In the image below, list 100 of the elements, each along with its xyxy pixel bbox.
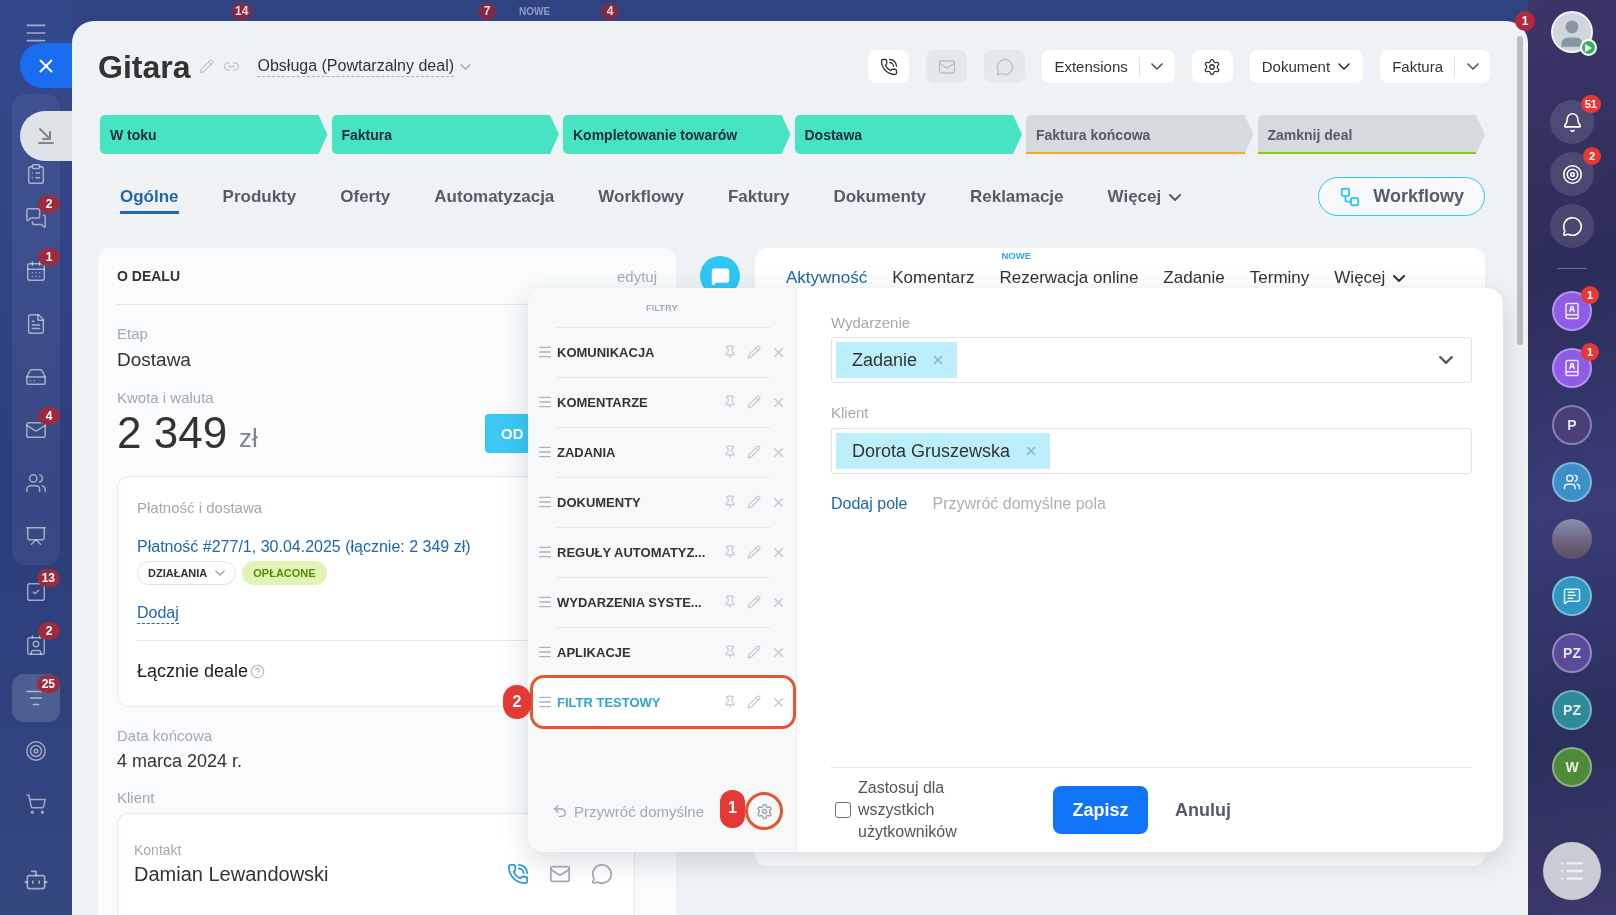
contact-avatar[interactable] — [1552, 291, 1592, 331]
count-badge: 2 — [1583, 147, 1601, 165]
payment-link[interactable]: Płatność #277/1, 30.04.2025 (łącznie: 2 349 zł) — [137, 537, 471, 557]
tab[interactable]: Dokumenty — [833, 179, 926, 214]
stage-step[interactable]: Faktura — [331, 115, 559, 154]
nav-item[interactable]: 2 — [12, 193, 60, 242]
edit-button[interactable] — [747, 544, 761, 560]
tab[interactable]: Ogólne — [120, 179, 179, 214]
tab[interactable]: Aktywność — [786, 268, 868, 288]
stage-step[interactable]: Dostawa — [794, 115, 1022, 154]
tab[interactable]: Oferty — [340, 179, 391, 214]
tab[interactable]: Terminy — [1249, 268, 1310, 288]
chat-button[interactable] — [1550, 204, 1594, 248]
filter-item[interactable]: KOMUNIKACJA — [528, 327, 796, 377]
field-value: 4 marca 2024 r. — [117, 750, 243, 773]
filter-item[interactable]: DOKUMENTY — [528, 477, 796, 527]
phone-button[interactable] — [868, 50, 910, 83]
pin-button[interactable] — [723, 444, 737, 460]
actions-dropdown[interactable]: DZIAŁANIA — [137, 561, 237, 585]
chat-icon — [710, 266, 730, 286]
avatar-icon[interactable] — [1551, 11, 1593, 53]
id-card-icon — [25, 633, 47, 656]
filter-item[interactable]: KOMENTARZE — [528, 377, 796, 427]
message-button[interactable] — [591, 863, 613, 885]
pin-button[interactable] — [723, 594, 737, 610]
edit-button[interactable] — [747, 394, 761, 410]
amount-value: 2 349 — [117, 411, 228, 455]
tab[interactable]: Produkty — [222, 179, 297, 214]
edit-button[interactable] — [747, 644, 761, 660]
filter-item[interactable]: APLIKACJE — [528, 627, 796, 677]
pencil-icon[interactable] — [199, 59, 215, 74]
stage-step[interactable]: Faktura końcowa — [1026, 115, 1254, 154]
edit-button[interactable] — [747, 494, 761, 510]
dropdown-button[interactable]: Dokument — [1249, 50, 1364, 83]
pin-button[interactable] — [723, 344, 737, 360]
pin-button[interactable] — [723, 644, 737, 660]
contact-avatar[interactable]: P — [1552, 405, 1592, 445]
caret-icon — [1338, 63, 1351, 70]
edit-button[interactable] — [747, 344, 761, 360]
nav-item[interactable]: 25 — [12, 673, 60, 722]
save-button[interactable]: Zapisz — [1053, 786, 1148, 834]
split-button[interactable]: Faktura — [1380, 50, 1490, 83]
pin-button[interactable] — [723, 544, 737, 560]
filter-item[interactable]: ZADANIA — [528, 427, 796, 477]
minimize-button[interactable] — [20, 111, 72, 161]
select-field[interactable]: Zadanie — [831, 337, 1472, 383]
new-label: NOWE — [518, 5, 552, 19]
tab[interactable]: Automatyzacja — [434, 179, 555, 214]
edit-button[interactable] — [747, 694, 761, 710]
close-button[interactable] — [20, 43, 72, 88]
nav-item[interactable]: 1 — [12, 246, 60, 295]
split-button[interactable]: Extensions — [1042, 50, 1175, 83]
contact-avatar[interactable]: W — [1552, 747, 1592, 787]
contact-avatar[interactable]: PZ — [1552, 633, 1592, 673]
filter-item[interactable]: REGUŁY AUTOMATYZ... — [528, 527, 796, 577]
contact-avatar[interactable] — [1552, 348, 1592, 388]
workflow-button[interactable]: Workflowy — [1318, 177, 1485, 216]
filter-name: DOKUMENTY — [557, 494, 642, 510]
people-icon — [25, 471, 47, 494]
category-dropdown[interactable]: Obsługa (Powtarzalny deal) — [257, 56, 472, 77]
tab[interactable]: Zadanie — [1163, 268, 1225, 288]
stage-step[interactable]: Zamknij deal — [1257, 115, 1485, 154]
callout-badge: 1 — [720, 790, 745, 828]
edit-button[interactable] — [747, 444, 761, 460]
pin-button[interactable] — [723, 394, 737, 410]
cancel-button[interactable]: Anuluj — [1175, 799, 1231, 821]
nav-item[interactable]: 13 — [12, 567, 60, 616]
nav-item[interactable]: 4 — [12, 405, 60, 454]
count-badge: 2 — [38, 621, 60, 640]
pin-button[interactable] — [723, 694, 737, 710]
more-menu[interactable]: Więcej — [1107, 179, 1182, 214]
email-button[interactable] — [549, 863, 571, 885]
tab[interactable]: Rezerwacja online — [999, 268, 1139, 288]
edit-button[interactable] — [747, 594, 761, 610]
tab[interactable]: Reklamacje — [969, 179, 1064, 214]
count-badge: 4 — [601, 3, 619, 20]
contact-avatar[interactable] — [1552, 576, 1592, 616]
field-label: Kwota i waluta — [117, 389, 214, 407]
stage-step[interactable]: W toku — [100, 115, 328, 154]
input-field[interactable]: Dorota Gruszewska — [831, 428, 1472, 474]
photo-placeholder[interactable] — [1552, 519, 1592, 559]
contact-avatar[interactable] — [1552, 462, 1592, 502]
call-button[interactable] — [507, 863, 529, 885]
add-field-link[interactable]: Dodaj pole — [831, 495, 908, 513]
settings-button[interactable] — [1191, 50, 1233, 83]
tab[interactable]: Workflowy — [598, 179, 684, 214]
field-label: Klient — [117, 789, 155, 807]
pin-button[interactable] — [723, 494, 737, 510]
tab[interactable]: Faktury — [727, 179, 790, 214]
stage-step[interactable]: Kompletowanie towarów — [563, 115, 791, 154]
field-label: Płatność i dostawa — [137, 499, 263, 517]
menu-button[interactable] — [1543, 842, 1601, 900]
target-button[interactable] — [1550, 152, 1594, 196]
checkbox[interactable] — [835, 802, 851, 818]
tab[interactable]: Komentarz — [892, 268, 975, 288]
add-link[interactable]: Dodaj — [137, 603, 179, 624]
more-menu[interactable]: Więcej — [1334, 268, 1406, 288]
nav-item[interactable]: 2 — [12, 620, 60, 669]
drag-handle-icon — [537, 494, 553, 510]
filter-item[interactable]: WYDARZENIA SYSTE... — [528, 577, 796, 627]
